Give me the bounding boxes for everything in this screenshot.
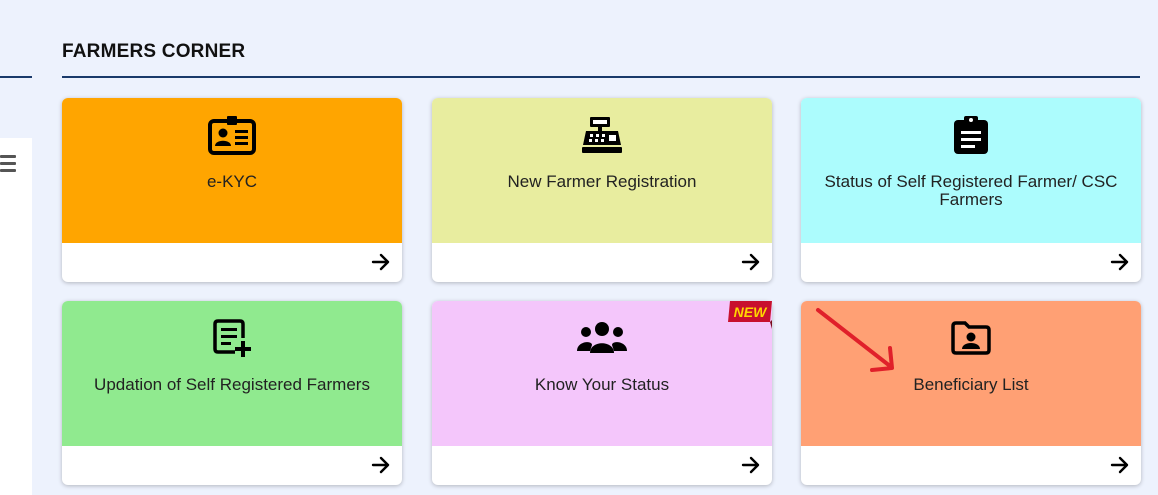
users-group-icon	[432, 317, 772, 359]
card-updation-self-registered[interactable]: Updation of Self Registered Farmers	[62, 301, 402, 485]
arrow-right-icon[interactable]	[370, 454, 392, 476]
add-list-icon	[62, 317, 402, 359]
clipboard-list-icon	[801, 114, 1141, 156]
new-badge: NEW	[726, 298, 776, 332]
card-know-your-status[interactable]: Know Your Status NEW	[432, 301, 772, 485]
arrow-right-icon[interactable]	[1109, 251, 1131, 273]
cash-register-icon	[432, 114, 772, 156]
arrow-right-icon[interactable]	[740, 251, 762, 273]
card-label: Updation of Self Registered Farmers	[94, 375, 370, 394]
annotation-arrow-icon	[812, 304, 902, 376]
card-label: Status of Self Registered Farmer/ CSC Fa…	[824, 172, 1118, 209]
left-sidebar	[0, 0, 32, 495]
arrow-right-icon[interactable]	[740, 454, 762, 476]
sidebar-divider	[0, 76, 32, 78]
new-badge-label: NEW	[734, 304, 768, 320]
hamburger-menu-icon[interactable]	[0, 155, 16, 173]
card-status-self-registered[interactable]: Status of Self Registered Farmer/ CSC Fa…	[801, 98, 1141, 282]
card-label: Know Your Status	[534, 375, 670, 394]
section-title: FARMERS CORNER	[62, 41, 246, 62]
arrow-right-icon[interactable]	[1109, 454, 1131, 476]
card-new-farmer-registration[interactable]: New Farmer Registration	[432, 98, 772, 282]
card-label: Beneficiary List	[913, 375, 1029, 394]
title-divider	[62, 76, 1140, 78]
arrow-right-icon[interactable]	[370, 251, 392, 273]
card-e-kyc[interactable]: e-KYC	[62, 98, 402, 282]
sidebar-panel	[0, 138, 32, 495]
id-card-icon	[62, 114, 402, 156]
card-label: New Farmer Registration	[507, 172, 697, 191]
card-label: e-KYC	[206, 172, 258, 191]
